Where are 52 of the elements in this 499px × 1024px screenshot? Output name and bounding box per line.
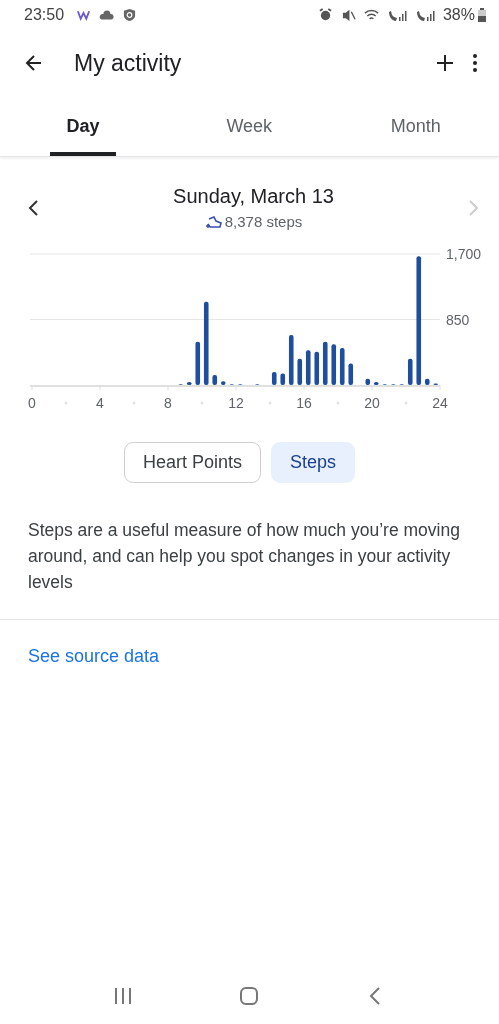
bar [271, 371, 277, 385]
bar [186, 381, 192, 385]
shoe-icon [204, 214, 222, 229]
home-icon[interactable] [239, 986, 260, 1006]
metric-chip[interactable]: Steps [271, 442, 356, 483]
axis-label: 8 [164, 395, 172, 411]
signal-icon [414, 8, 435, 22]
tab[interactable]: Day [50, 96, 116, 156]
axis-label: 20 [364, 395, 380, 411]
axis-label: 1,700 [446, 246, 482, 262]
axis-label: 24 [432, 395, 448, 411]
app-notification-icon [76, 8, 92, 22]
bar [314, 351, 320, 385]
bar [212, 375, 218, 385]
metric-chip[interactable]: Heart Points [123, 442, 261, 483]
more-options-icon [473, 54, 477, 72]
bar [322, 341, 328, 385]
axis-label: 16 [296, 395, 312, 411]
bar [297, 358, 303, 385]
bar [280, 373, 286, 385]
axis-label: 4 [96, 395, 104, 411]
battery-icon [477, 8, 487, 22]
shield-icon [122, 8, 138, 22]
axis-label: 12 [228, 395, 244, 411]
signal-icon [386, 8, 407, 22]
mute-icon [340, 8, 356, 22]
bar [331, 344, 337, 385]
bar [339, 348, 345, 385]
tab[interactable]: Week [166, 96, 333, 156]
wifi-icon [363, 8, 379, 22]
bar [424, 378, 430, 385]
alarm-icon [317, 8, 333, 22]
bar [348, 363, 354, 385]
bar [288, 334, 294, 385]
bar [365, 378, 371, 385]
status-time: 23:50 [24, 6, 65, 24]
steps-total: 8,378 steps [224, 213, 303, 230]
battery-percent: 38% [442, 6, 475, 24]
tab[interactable]: Month [332, 96, 499, 156]
recent-apps-icon[interactable] [113, 986, 134, 1006]
bar [407, 358, 413, 385]
date-label: Sunday, March 13 [173, 185, 334, 208]
bar [373, 381, 379, 385]
bar [195, 341, 201, 385]
screen-title: My activity [74, 49, 183, 77]
bar [220, 381, 226, 385]
axis-label: 0 [28, 395, 36, 411]
source-data-link[interactable]: See source data [28, 646, 160, 667]
axis-label: 850 [446, 311, 470, 328]
description-text: Steps are a useful measure of how much you’re moving around, and can help you spot changes in your activity levels [0, 517, 499, 620]
bar [305, 350, 311, 385]
cloud-icon [99, 8, 115, 22]
